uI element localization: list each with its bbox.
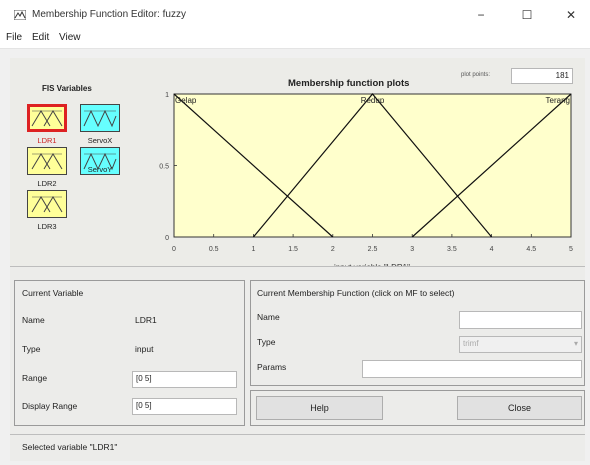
x-tick-label: 2 [331, 246, 335, 253]
variable-type-label: Type [22, 344, 41, 354]
x-tick-label: 5 [569, 246, 573, 253]
dropdown-arrow-icon: ▾ [573, 339, 578, 348]
menu-bar: File Edit View [0, 28, 590, 49]
input-ldr2-box[interactable] [27, 147, 67, 175]
variable-name-value: LDR1 [135, 315, 157, 325]
title-bar: Membership Function Editor: fuzzy − ☐ ✕ [0, 0, 590, 28]
mf-type-label: Type [257, 337, 276, 347]
mf-label-terang[interactable]: Terang [546, 96, 570, 105]
variable-name-label: Name [22, 315, 45, 325]
close-button[interactable]: Close [457, 396, 582, 420]
membership-function-plot[interactable]: 0 0.5 1 1.5 2 2.5 3 3.5 4 4.5 5 0 0.5 1 Gelap Redup Ter… [150, 84, 585, 274]
plot-area [173, 93, 572, 238]
mf-params-label: Params [257, 362, 287, 372]
fis-variables-title: FIS Variables [42, 84, 92, 93]
x-tick-label: 2.5 [368, 246, 378, 253]
input-ldr1-label: LDR1 [37, 136, 57, 145]
maximize-button[interactable]: ☐ [504, 4, 550, 26]
output-servox-label: ServoX [87, 136, 113, 145]
input-ldr3-label: LDR3 [37, 222, 57, 231]
mf-label-gelap[interactable]: Gelap [175, 96, 197, 105]
range-label: Range [22, 373, 48, 383]
current-variable-title: Current Variable [22, 288, 84, 298]
plot-points-label: plot points: [461, 72, 491, 78]
status-bar: Selected variable "LDR1" [10, 434, 585, 461]
mf-name-label: Name [257, 312, 280, 322]
window-title: Membership Function Editor: fuzzy [32, 9, 186, 20]
mf-type-select[interactable]: trimf ▾ [459, 336, 582, 353]
y-tick-label: 1 [165, 92, 169, 99]
menu-file[interactable]: File [6, 32, 22, 43]
x-tick-label: 3 [410, 246, 414, 253]
matlab-app-icon [14, 10, 26, 20]
variable-type-value: input [135, 344, 154, 354]
mf-type-value: trimf [463, 339, 479, 348]
status-text: Selected variable "LDR1" [22, 442, 118, 452]
x-tick-label: 3.5 [447, 246, 457, 253]
y-tick-label: 0.5 [159, 164, 169, 171]
help-button[interactable]: Help [256, 396, 383, 420]
output-servox-box[interactable] [80, 104, 120, 132]
mf-label-redup[interactable]: Redup [361, 96, 385, 105]
close-window-button[interactable]: ✕ [548, 4, 590, 26]
y-tick-label: 0 [165, 235, 169, 242]
mf-name-input[interactable] [459, 311, 582, 329]
x-tick-label: 0.5 [209, 246, 219, 253]
input-ldr3-box[interactable] [27, 190, 67, 218]
x-tick-label: 4.5 [526, 246, 536, 253]
x-tick-label: 0 [172, 246, 176, 253]
plot-points-input[interactable]: 181 [511, 68, 573, 84]
input-ldr2-label: LDR2 [37, 179, 57, 188]
x-tick-label: 4 [490, 246, 494, 253]
display-range-input[interactable]: [0 5] [132, 398, 237, 415]
menu-view[interactable]: View [59, 32, 81, 43]
menu-edit[interactable]: Edit [32, 32, 49, 43]
x-tick-label: 1.5 [288, 246, 298, 253]
display-range-label: Display Range [22, 401, 78, 411]
input-ldr1-box[interactable] [27, 104, 67, 132]
minimize-button[interactable]: − [458, 4, 504, 26]
output-servoy-label: ServoY [87, 165, 113, 174]
current-mf-title: Current Membership Function (click on MF… [257, 288, 455, 298]
x-tick-label: 1 [251, 246, 255, 253]
mf-params-input[interactable] [362, 360, 582, 378]
range-input[interactable]: [0 5] [132, 371, 237, 388]
